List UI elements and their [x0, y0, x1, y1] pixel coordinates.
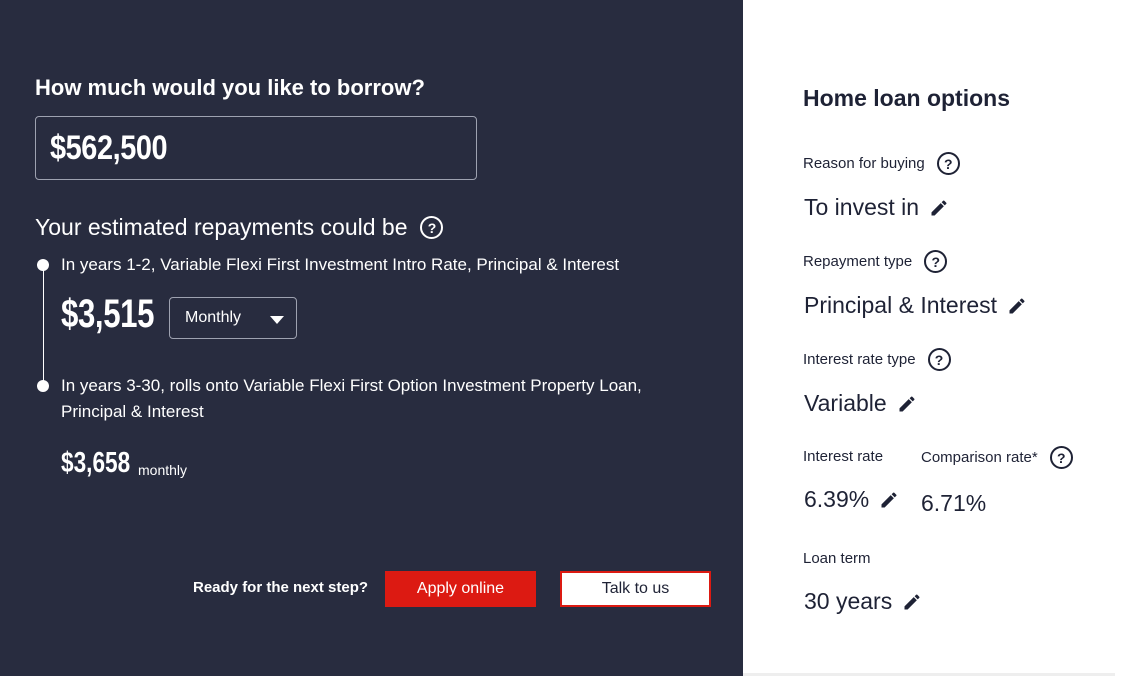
repayments-heading-text: Your estimated repayments could be [35, 214, 408, 240]
timeline-dot [37, 380, 49, 392]
reason-value-text: To invest in [804, 194, 920, 220]
loan-term-label: Loan term [803, 550, 871, 567]
comparison-rate-label: Comparison rate* ? [921, 446, 1073, 469]
reason-for-buying-value[interactable]: To invest in [804, 194, 949, 221]
repayments-heading: Your estimated repayments could be ? [35, 214, 444, 241]
phase2-description: In years 3-30, rolls onto Variable Flexi… [61, 376, 642, 421]
pencil-icon[interactable] [1007, 296, 1027, 316]
pencil-icon[interactable] [902, 592, 922, 612]
question-circle-icon[interactable]: ? [927, 348, 951, 371]
pencil-icon[interactable] [897, 394, 917, 414]
phase2-frequency-label: monthly [138, 462, 188, 478]
phase1-repayment-amount: $3,515 [61, 292, 155, 336]
caret-down-icon [270, 316, 284, 324]
comparison-rate-label-text: Comparison rate* [921, 449, 1038, 466]
reason-label-text: Reason for buying [803, 155, 925, 172]
next-step-label: Ready for the next step? [193, 579, 369, 596]
comparison-rate-value: 6.71% [921, 490, 987, 516]
question-circle-icon[interactable]: ? [924, 250, 948, 273]
borrow-amount-input[interactable] [50, 128, 413, 168]
borrow-amount-field[interactable] [35, 116, 477, 180]
timeline-line [43, 265, 44, 385]
talk-to-us-button[interactable]: Talk to us [560, 571, 711, 607]
interest-rate-type-value[interactable]: Variable [804, 390, 917, 417]
repayment-type-value[interactable]: Principal & Interest [804, 292, 1027, 319]
reason-for-buying-label: Reason for buying ? [803, 152, 960, 175]
question-circle-icon[interactable]: ? [420, 216, 444, 239]
repayment-type-label-text: Repayment type [803, 253, 913, 270]
apply-online-button[interactable]: Apply online [385, 571, 536, 607]
phase2-repayment-amount: $3,658 [61, 447, 131, 479]
loan-term-value-text: 30 years [804, 588, 893, 614]
interest-rate-value-text: 6.39% [804, 486, 870, 512]
interest-rate-type-value-text: Variable [804, 390, 887, 416]
question-circle-icon[interactable]: ? [936, 152, 960, 175]
interest-rate-label: Interest rate [803, 448, 884, 465]
frequency-selected-value: Monthly [185, 309, 242, 326]
pencil-icon[interactable] [929, 198, 949, 218]
question-circle-icon[interactable]: ? [1049, 446, 1073, 469]
interest-rate-type-label-text: Interest rate type [803, 351, 916, 368]
pencil-icon[interactable] [879, 490, 899, 510]
loan-term-value[interactable]: 30 years [804, 588, 922, 615]
home-loan-options-title: Home loan options [803, 85, 1010, 111]
repayment-type-value-text: Principal & Interest [804, 292, 998, 318]
timeline-dot [37, 259, 49, 271]
borrow-heading: How much would you like to borrow? [35, 75, 425, 100]
frequency-dropdown[interactable]: Monthly [169, 297, 297, 339]
interest-rate-type-label: Interest rate type ? [803, 348, 951, 371]
phase1-description: In years 1-2, Variable Flexi First Inves… [61, 255, 620, 274]
interest-rate-value[interactable]: 6.39% [804, 486, 899, 513]
repayment-type-label: Repayment type ? [803, 250, 948, 273]
